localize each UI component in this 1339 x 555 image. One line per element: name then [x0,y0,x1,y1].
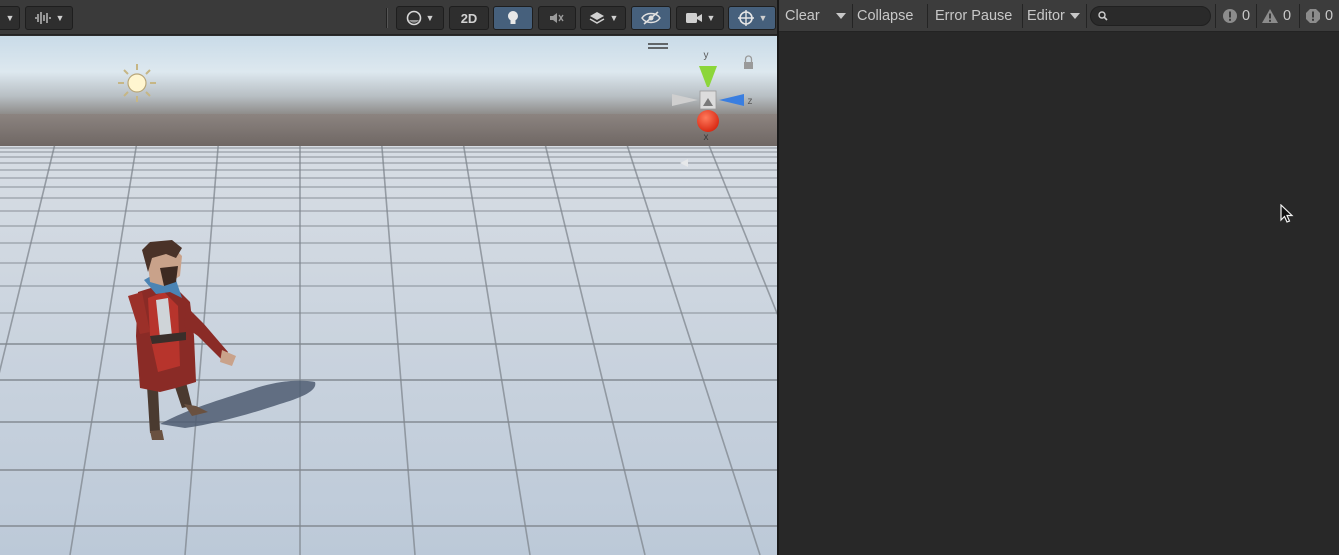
camera-icon [685,13,702,23]
effects-dropdown[interactable]: ▼ [580,6,626,30]
dropdown-arrow-icon: ▼ [758,13,768,23]
draw-mode-dropdown[interactable]: ▼ [0,6,20,30]
toggle-lighting-button[interactable] [493,6,533,30]
collapse-label: Collapse [857,8,914,24]
dropdown-arrow-icon: ▼ [5,13,15,23]
toolbar-separator [386,8,388,28]
error-count-toggle[interactable]: 0 [1305,4,1333,28]
toolbar-separator [1086,4,1087,28]
layers-icon [589,12,604,24]
shading-sphere-icon [406,10,421,26]
gizmo-z-label: z [748,96,753,107]
warning-icon [1262,9,1278,23]
gizmos-icon [737,10,754,26]
editor-dropdown[interactable]: Editor [1027,4,1080,28]
horizon-ground [0,114,777,146]
scene-toolbar: ▼ ▼ ▼ 2D ▼ ▼ ▼ [0,0,777,35]
audio-mute-icon [550,13,564,23]
console-toolbar: Clear Collapse Error Pause Editor 0 0 0 [779,0,1339,32]
clear-label: Clear [785,8,820,24]
warning-count: 0 [1283,8,1292,24]
toolbar-separator [852,4,853,28]
search-icon [1098,11,1108,21]
visibility-off-icon [641,11,661,25]
console-window: Clear Collapse Error Pause Editor 0 0 0 [779,0,1339,555]
mouse-cursor-icon [1280,204,1294,223]
floor-plane [0,146,777,555]
error-icon [1306,9,1320,23]
scene-view[interactable]: ▼ ▼ ▼ 2D ▼ ▼ ▼ y z x [0,0,777,555]
scene-viewport[interactable]: y z x [0,36,777,555]
info-count: 0 [1242,8,1251,24]
error-count: 0 [1325,8,1334,24]
dropdown-arrow-icon: ▼ [706,13,716,23]
error-pause-toggle[interactable]: Error Pause [935,4,1012,28]
gizmo-x-axis[interactable] [697,110,719,132]
lightbulb-icon [508,11,518,24]
clear-options-dropdown[interactable] [831,4,851,28]
toolbar-separator [1256,4,1257,28]
audio-settings-dropdown[interactable]: ▼ [25,6,73,30]
dropdown-arrow-icon [836,13,846,19]
collapse-toggle[interactable]: Collapse [857,4,913,28]
toggle-2d-button[interactable]: 2D [449,6,489,30]
dropdown-arrow-icon: ▼ [609,13,619,23]
editor-label: Editor [1027,8,1065,24]
search-input[interactable] [1111,8,1207,24]
toolbar-separator [1215,4,1216,28]
dropdown-arrow-icon: ▼ [425,13,435,23]
gizmo-x-label: x [704,132,709,143]
gizmos-dropdown[interactable]: ▼ [728,6,776,30]
dropdown-arrow-icon [1069,13,1080,19]
audio-waveform-icon [34,12,51,24]
info-count-toggle[interactable]: 0 [1222,4,1250,28]
toolbar-separator [927,4,928,28]
error-pause-label: Error Pause [935,8,1013,24]
console-search[interactable] [1090,6,1211,26]
toolbar-separator [1022,4,1023,28]
toggle-audio-button[interactable] [538,6,576,30]
warning-count-toggle[interactable]: 0 [1261,4,1291,28]
shading-mode-dropdown[interactable]: ▼ [396,6,444,30]
camera-settings-dropdown[interactable]: ▼ [676,6,724,30]
info-icon [1223,9,1237,23]
clear-button[interactable]: Clear [785,4,820,28]
dropdown-arrow-icon: ▼ [55,13,65,23]
toolbar-separator [1299,4,1300,28]
hidden-objects-toggle[interactable] [631,6,671,30]
gizmo-y-label: y [704,50,709,61]
